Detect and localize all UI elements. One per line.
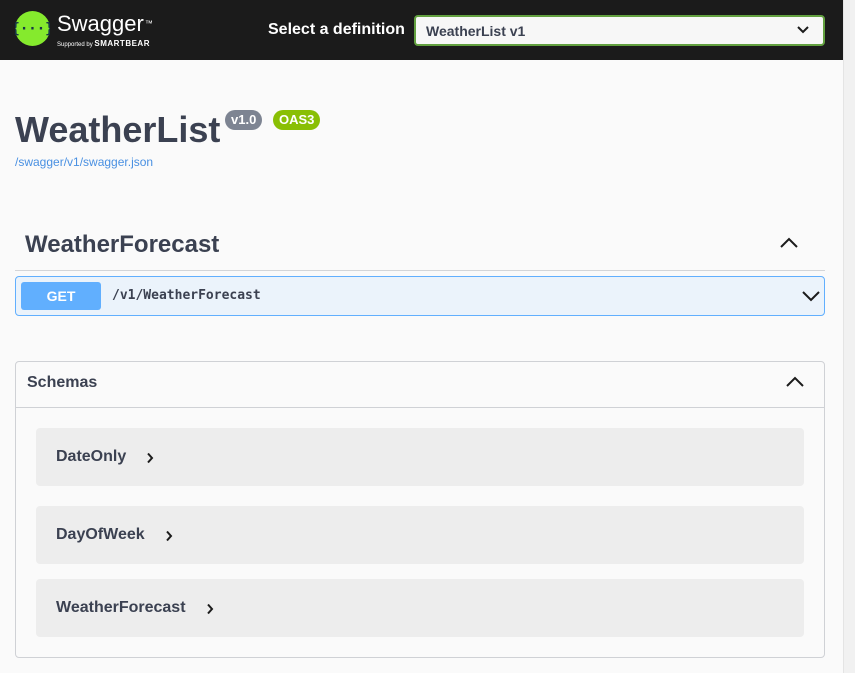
chevron-right-icon <box>166 530 173 542</box>
spec-json-link[interactable]: /swagger/v1/swagger.json <box>15 155 153 169</box>
schemas-title: Schemas <box>27 374 98 391</box>
schema-name: WeatherForecast <box>56 599 186 616</box>
topbar: {···} Swagger™ Supported by SMARTBEAR Se… <box>0 0 843 60</box>
schema-item-dateonly[interactable]: DateOnly <box>36 428 804 486</box>
swagger-logo-icon: {···} <box>15 11 50 46</box>
oas-badge: OAS3 <box>273 110 321 130</box>
schemas-header[interactable]: Schemas <box>16 362 824 408</box>
chevron-up-icon[interactable] <box>785 375 805 389</box>
logo-subtitle: Supported by SMARTBEAR <box>57 39 150 49</box>
vertical-scrollbar[interactable] <box>843 0 855 673</box>
logo-wordmark: Swagger™ <box>57 11 153 36</box>
chevron-right-icon <box>147 452 154 464</box>
schema-name: DayOfWeek <box>56 526 145 543</box>
definition-select-value: WeatherList v1 <box>426 23 526 39</box>
method-badge: GET <box>21 282 101 310</box>
schema-item-weatherforecast[interactable]: WeatherForecast <box>36 579 804 637</box>
tag-title[interactable]: WeatherForecast <box>25 231 219 259</box>
tag-divider <box>15 270 825 271</box>
schema-name: DateOnly <box>56 448 127 465</box>
definition-select[interactable]: WeatherList v1 <box>414 15 825 46</box>
schemas-section: Schemas DateOnly DayOfWeek WeatherForeca… <box>15 361 825 658</box>
chevron-right-icon <box>207 603 214 615</box>
api-title: WeatherList <box>15 109 221 150</box>
chevron-down-icon <box>797 26 809 34</box>
version-badge: v1.0 <box>225 110 263 130</box>
schema-item-dayofweek[interactable]: DayOfWeek <box>36 506 804 564</box>
svg-text:{···}: {···} <box>15 21 50 37</box>
operation-get-weatherforecast[interactable]: GET /v1/WeatherForecast <box>15 276 825 316</box>
select-definition-label: Select a definition <box>268 21 405 38</box>
operation-path: /v1/WeatherForecast <box>112 288 261 303</box>
chevron-down-icon[interactable] <box>801 289 821 303</box>
swagger-logo[interactable]: {···} Swagger™ Supported by SMARTBEAR <box>15 10 165 52</box>
chevron-up-icon[interactable] <box>779 236 799 250</box>
